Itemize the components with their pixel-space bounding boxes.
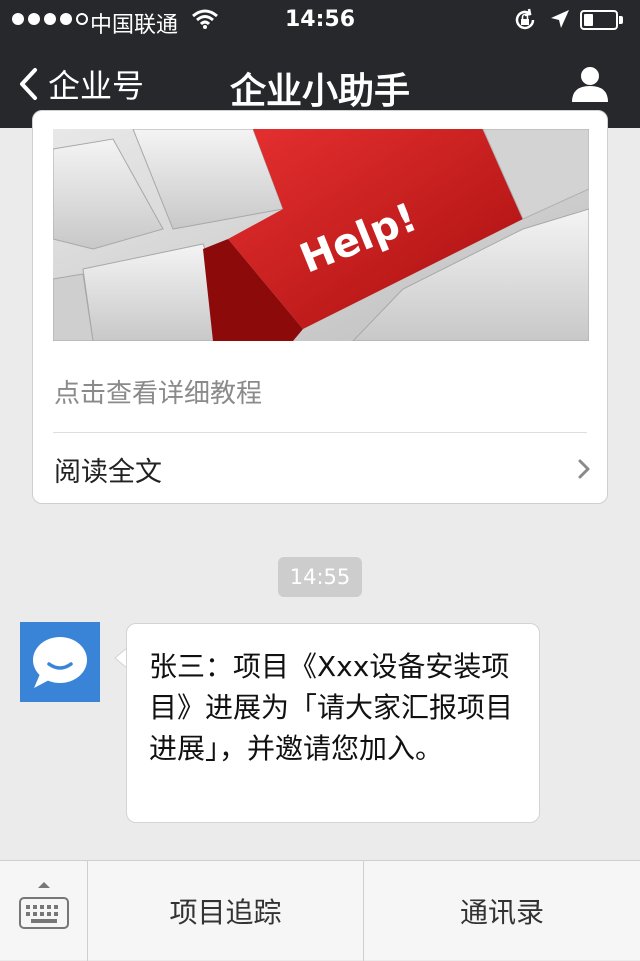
status-bar: 中国联通 14:56	[0, 0, 640, 40]
read-full-article-label: 阅读全文	[54, 457, 162, 488]
help-keyboard-image[interactable]: Help!	[53, 129, 589, 341]
battery-fill	[584, 14, 593, 26]
contacts-button[interactable]: 通讯录	[364, 861, 640, 961]
bottom-toolbar: 项目追踪 通讯录	[0, 860, 640, 961]
message-bubble[interactable]: 张三：项目《Xxx设备安装项目》进展为「请大家汇报项目进展」，并邀请您加入。	[126, 623, 540, 823]
keyboard-icon	[19, 897, 69, 929]
rotation-lock-icon	[515, 8, 535, 30]
page-title: 企业小助手	[229, 71, 410, 112]
article-description: 点击查看详细教程	[54, 379, 263, 409]
keyboard-toggle-button[interactable]	[0, 861, 88, 961]
chat-timestamp: 14:55	[278, 557, 362, 597]
caret-up-icon	[38, 882, 50, 888]
profile-icon[interactable]	[570, 64, 610, 104]
speech-bubble-smile-icon	[33, 637, 87, 688]
location-arrow-icon	[551, 10, 569, 28]
battery-icon	[580, 10, 624, 30]
article-card[interactable]: Help! 点击查看详细教程 阅读全文	[32, 110, 608, 504]
avatar[interactable]	[20, 622, 100, 702]
project-tracking-button[interactable]: 项目追踪	[88, 861, 363, 961]
message-text: 张三：项目《Xxx设备安装项目》进展为「请大家汇报项目进展」，并邀请您加入。	[149, 650, 514, 765]
status-time: 14:56	[284, 7, 356, 32]
chevron-right-icon	[578, 459, 590, 479]
read-full-article-link[interactable]: 阅读全文	[33, 433, 607, 503]
